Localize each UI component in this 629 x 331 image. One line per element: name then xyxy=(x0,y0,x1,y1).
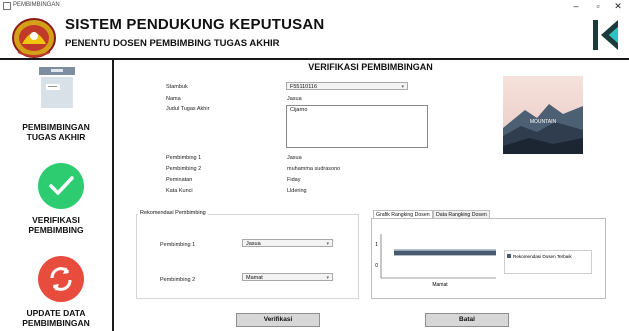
sidebar-item-verifikasi-icon[interactable] xyxy=(38,163,84,209)
x-tick-label: Mamat xyxy=(432,282,448,288)
sidebar-item-update-icon[interactable] xyxy=(38,256,84,302)
box-icon[interactable] xyxy=(38,66,76,110)
page-title: VERIFIKASI PEMBIMBINGAN xyxy=(308,62,433,72)
photo-caption: MOUNTAIN xyxy=(530,119,557,125)
nama-value: Jasua xyxy=(287,96,302,102)
brand-k-icon xyxy=(593,20,618,50)
peminatan-label: Peminatan xyxy=(166,177,193,183)
university-logo-icon xyxy=(12,18,56,58)
sidebar-item-label: UPDATE DATA xyxy=(26,308,86,318)
rek-pembimbing2-select[interactable]: Mamat ▾ xyxy=(242,273,333,281)
app-subtitle: PENENTU DOSEN PEMBIMBING TUGAS AKHIR xyxy=(65,38,280,49)
app-icon xyxy=(3,2,11,10)
sidebar-item-label: TUGAS AKHIR xyxy=(26,132,86,142)
rek-pembimbing1-value: Jasua xyxy=(246,241,261,247)
sidebar-item-label: PEMBIMBINGAN xyxy=(22,122,90,132)
rek-pembimbing2-label: Pembimbing 2 xyxy=(160,277,196,283)
judul-label: Judul Tugas Akhir xyxy=(166,106,210,112)
y-tick-label: 1 xyxy=(375,242,378,248)
verifikasi-button[interactable]: Verifikasi xyxy=(236,313,320,327)
minimize-button[interactable]: – xyxy=(569,0,583,12)
sidebar-item-update[interactable]: UPDATE DATA PEMBIMBINGAN xyxy=(0,308,112,328)
sidebar-item-pembimbingan[interactable]: PEMBIMBINGAN TUGAS AKHIR xyxy=(0,122,112,142)
kata-kunci-label: Kata Kunci xyxy=(166,188,193,194)
peminatan-value: Fiday xyxy=(287,177,301,183)
y-tick-label: 0 xyxy=(375,263,378,269)
checkmark-icon xyxy=(49,176,74,195)
sidebar-item-verifikasi[interactable]: VERIFIKASI PEMBIMBING xyxy=(0,215,112,235)
sidebar-item-label: PEMBIMBING xyxy=(28,225,84,235)
stambuk-value: F55110116 xyxy=(290,84,318,90)
batal-button[interactable]: Batal xyxy=(425,313,509,327)
chevron-down-icon: ▾ xyxy=(326,275,329,281)
pembimbing2-value: muhamma sudrasono xyxy=(287,166,341,172)
pembimbing1-value: Jasua xyxy=(287,155,302,161)
nama-label: Nama xyxy=(166,96,181,102)
sidebar-item-label: PEMBIMBINGAN xyxy=(22,318,90,328)
rek-pembimbing2-value: Mamat xyxy=(246,275,263,281)
chevron-down-icon: ▾ xyxy=(401,84,404,90)
pembimbing1-label: Pembimbing 1 xyxy=(166,155,202,161)
window-titlebar: PEMBIMBINGAN – ▫ ✕ xyxy=(0,0,629,12)
legend-box xyxy=(504,250,592,274)
rek-pembimbing1-label: Pembimbing 1 xyxy=(160,242,196,248)
close-button[interactable]: ✕ xyxy=(611,0,625,12)
rek-pembimbing1-select[interactable]: Jasua ▾ xyxy=(242,239,333,247)
maximize-button[interactable]: ▫ xyxy=(591,0,605,12)
profile-photo: MOUNTAIN xyxy=(503,76,583,154)
stambuk-select[interactable]: F55110116 ▾ xyxy=(286,82,408,90)
sidebar-item-label: VERIFIKASI xyxy=(32,215,80,225)
chevron-down-icon: ▾ xyxy=(326,241,329,247)
kata-kunci-value: Lldering xyxy=(287,188,307,194)
stambuk-label: Stambuk xyxy=(166,84,188,90)
window-title: PEMBIMBINGAN xyxy=(13,2,60,8)
chart-bar-highlight xyxy=(394,249,496,251)
app-title: SISTEM PENDUKUNG KEPUTUSAN xyxy=(65,16,325,33)
refresh-icon xyxy=(50,267,72,291)
judul-textarea[interactable]: Cijarno xyxy=(286,105,428,148)
rekomendasi-group-title: Rekomendasi Pembimbing xyxy=(138,210,208,216)
rekomendasi-group xyxy=(136,214,359,299)
pembimbing2-label: Pembimbing 2 xyxy=(166,166,202,172)
